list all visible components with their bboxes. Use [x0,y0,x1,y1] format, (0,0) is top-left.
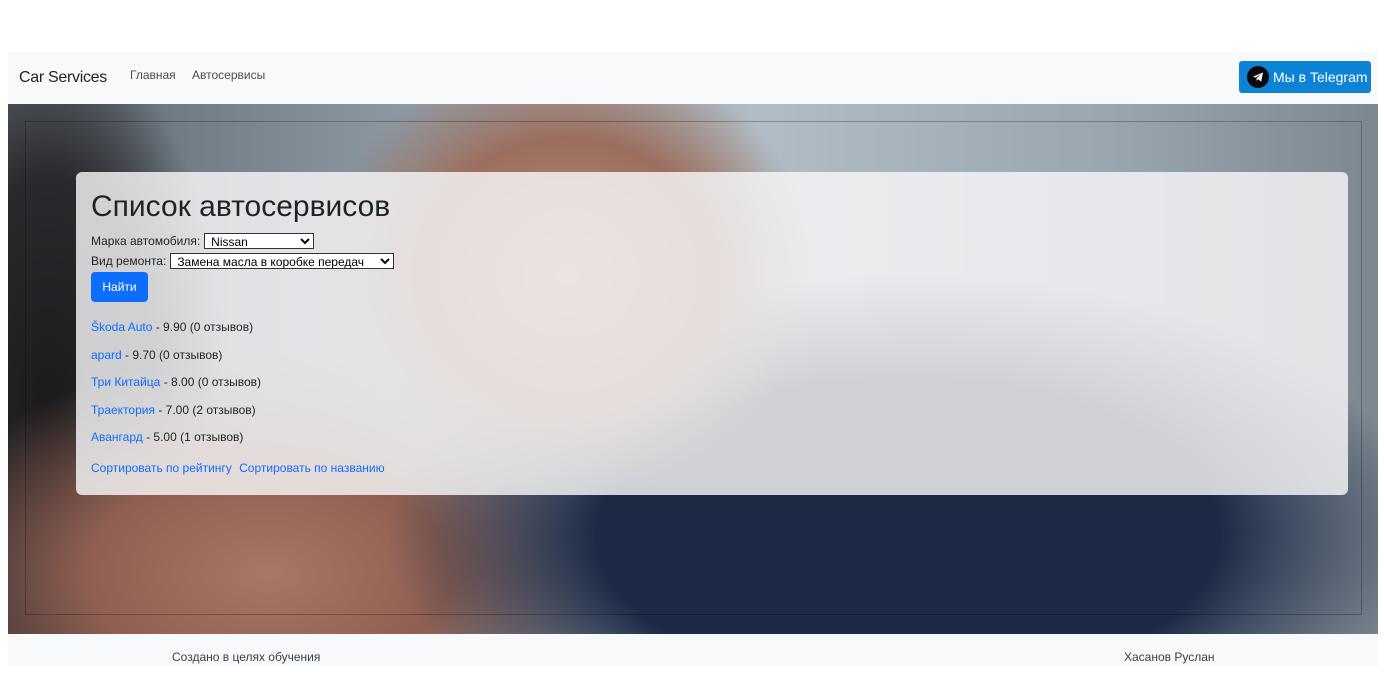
hero-section: Список автосервисов Марка автомобиля: Ni… [8,104,1378,634]
page-title: Список автосервисов [91,190,391,223]
list-item: Авангард - 5.00 (1 отзывов) [91,429,261,457]
nav-link-home[interactable]: Главная [130,68,176,82]
list-item: apard - 9.70 (0 отзывов) [91,347,261,375]
work-filter-label: Вид ремонта: [91,254,167,268]
telegram-icon [1247,66,1269,88]
service-link[interactable]: Три Китайца [91,375,160,389]
service-rating: - 9.70 (0 отзывов) [121,347,223,362]
service-rating: - 5.00 (1 отзывов) [142,430,244,444]
list-item: Škoda Auto - 9.90 (0 отзывов) [91,319,261,347]
telegram-button[interactable]: Мы в Telegram [1239,61,1371,93]
sort-links: Сортировать по рейтингу Сортировать по н… [91,461,389,475]
footer: Создано в целях обучения Хасанов Руслан [8,634,1378,666]
list-item: Траектория - 7.00 (2 отзывов) [91,402,261,430]
services-list: Škoda Auto - 9.90 (0 отзывов) apard - 9.… [91,319,261,457]
sort-by-rating-link[interactable]: Сортировать по рейтингу [91,461,232,475]
app-frame: Car Services Главная Автосервисы Мы в Te… [8,52,1378,666]
nav-link-services[interactable]: Автосервисы [192,68,265,82]
brand-filter: Марка автомобиля: Nissan [91,233,315,249]
hero-inner-frame: Список автосервисов Марка автомобиля: Ni… [25,121,1362,615]
work-select[interactable]: Замена масла в коробке передач [170,253,395,269]
telegram-button-label: Мы в Telegram [1273,69,1368,85]
sort-by-name-link[interactable]: Сортировать по названию [239,461,384,475]
service-link[interactable]: Траектория [91,403,155,417]
brand-filter-label: Марка автомобиля: [91,234,201,248]
service-link[interactable]: apard [91,348,122,362]
navbar: Car Services Главная Автосервисы Мы в Te… [8,52,1378,104]
service-rating: - 7.00 (2 отзывов) [154,402,256,417]
find-button[interactable]: Найти [91,272,148,302]
work-filter: Вид ремонта: Замена масла в коробке пере… [91,253,395,269]
services-card: Список автосервисов Марка автомобиля: Ni… [76,172,1348,495]
service-rating: - 8.00 (0 отзывов) [160,375,262,389]
service-rating: - 9.90 (0 отзывов) [152,320,254,334]
service-link[interactable]: Škoda Auto [91,320,152,334]
list-item: Три Китайца - 8.00 (0 отзывов) [91,374,261,402]
footer-author: Хасанов Руслан [1124,650,1215,664]
brand-select[interactable]: Nissan [204,233,315,249]
footer-note: Создано в целях обучения [172,650,321,664]
service-link[interactable]: Авангард [91,430,143,444]
brand-logo[interactable]: Car Services [19,69,107,87]
